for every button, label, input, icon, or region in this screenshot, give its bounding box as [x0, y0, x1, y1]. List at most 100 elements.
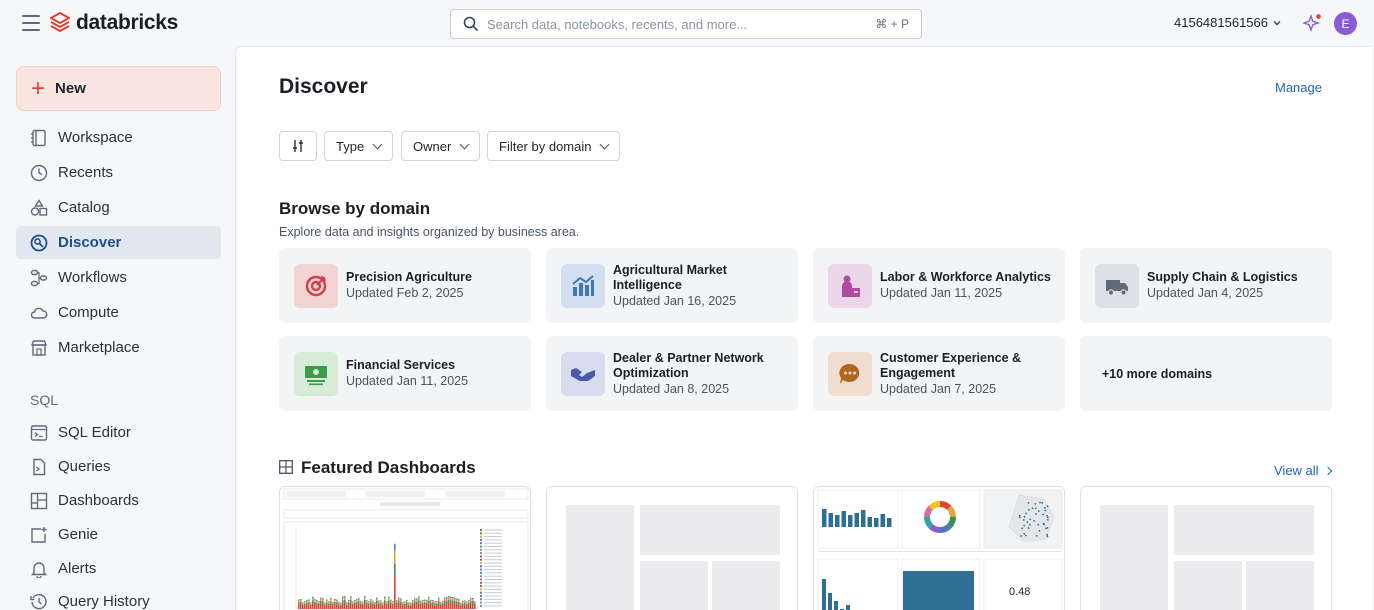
sidebar-item-label: SQL Editor	[58, 424, 131, 441]
chart-bar-segment	[442, 603, 444, 606]
chart-bar-segment	[312, 596, 314, 599]
chart-bar	[880, 514, 885, 527]
search-shortcut: ⌘ + P	[875, 17, 909, 31]
map-point	[1029, 518, 1032, 521]
domain-card-precision-agriculture[interactable]: Precision Agriculture Updated Feb 2, 202…	[279, 248, 531, 323]
domain-updated: Updated Jan 4, 2025	[1147, 286, 1264, 300]
map-point	[1035, 534, 1038, 537]
domain-card-supply-chain-logistics[interactable]: Supply Chain & Logistics Updated Jan 4, …	[1080, 248, 1332, 323]
map-point	[1035, 512, 1037, 515]
chart-bar-segment	[360, 603, 362, 606]
assistant-sparkle-icon[interactable]	[1302, 13, 1322, 33]
type-filter-dropdown[interactable]: Type	[324, 131, 394, 161]
chart-bar-segment	[408, 602, 410, 604]
domain-updated: Updated Jan 11, 2025	[346, 374, 469, 388]
chart-bar-segment	[370, 602, 372, 605]
chart-bar-segment	[472, 597, 474, 599]
legend-swatch	[480, 552, 482, 555]
map-point	[1023, 515, 1026, 518]
chart-bar-segment	[456, 598, 458, 600]
view-all-link[interactable]: View all	[1274, 463, 1332, 478]
chart-bar-segment	[372, 604, 374, 609]
sidebar-item-genie[interactable]: Genie	[16, 518, 221, 551]
legend-swatch	[480, 598, 482, 601]
chart-bar-segment	[308, 599, 310, 601]
chart-bar	[841, 511, 846, 527]
sidebar-item-workspace[interactable]: Workspace	[16, 121, 221, 154]
new-button[interactable]: + New	[16, 66, 221, 111]
sidebar-item-compute[interactable]: Compute	[16, 296, 221, 329]
chart-bar-segment	[358, 603, 360, 609]
domain-card-customer-experience[interactable]: Customer Experience & Engagement Updated…	[813, 336, 1065, 411]
chart-bar-segment	[416, 603, 418, 609]
chart-bar-segment	[342, 597, 344, 601]
chart-bar	[874, 518, 879, 527]
account-switcher[interactable]: 4156481561566	[1174, 15, 1282, 30]
owner-filter-dropdown[interactable]: Owner	[401, 131, 481, 161]
sidebar-item-query-history[interactable]: Query History	[16, 585, 221, 610]
map-point	[1046, 527, 1049, 529]
chart-bar-segment	[384, 602, 386, 609]
chart-bar-segment	[412, 601, 414, 603]
chart-bar-segment	[414, 603, 416, 609]
dashboard-card[interactable]	[1080, 486, 1332, 610]
legend-label-line	[484, 539, 502, 541]
more-domains-label: +10 more domains	[1102, 366, 1213, 381]
chevron-down-icon	[1273, 20, 1281, 25]
legend-swatch	[480, 529, 482, 531]
chart-bar-segment	[372, 601, 374, 604]
sidebar-item-discover[interactable]: Discover	[16, 226, 221, 259]
sidebar-item-sql-editor[interactable]: SQL Editor	[16, 416, 221, 449]
chart-bar-segment	[322, 603, 324, 609]
databricks-logo[interactable]: databricks	[50, 11, 178, 35]
domain-card-agricultural-market-intelligence[interactable]: Agricultural Market Intelligence Updated…	[546, 248, 798, 323]
sidebar-item-workflows[interactable]: Workflows	[16, 261, 221, 294]
sidebar-item-alerts[interactable]: Alerts	[16, 552, 221, 585]
map-point	[1037, 510, 1040, 513]
dashboard-card[interactable]: 0.48	[813, 486, 1065, 610]
chart-bar-segment	[472, 601, 474, 604]
dashboard-card[interactable]	[279, 486, 531, 610]
sidebar-item-queries[interactable]: Queries	[16, 450, 221, 483]
legend-label-line	[484, 549, 502, 551]
chart-bar-segment	[406, 599, 408, 601]
sidebar-item-marketplace[interactable]: Marketplace	[16, 331, 221, 364]
chart-bar-segment	[400, 601, 402, 604]
chart-bar-segment	[324, 605, 326, 609]
search-input[interactable]: Search data, notebooks, recents, and mor…	[450, 9, 922, 39]
chart-bar-segment	[382, 603, 384, 605]
domain-card-labor-workforce-analytics[interactable]: Labor & Workforce Analytics Updated Jan …	[813, 248, 1065, 323]
chart-bar-segment	[326, 604, 328, 609]
chart-bar	[861, 510, 866, 527]
more-domains-card[interactable]: +10 more domains	[1080, 336, 1332, 411]
chart-bar-segment	[382, 604, 384, 606]
sidebar-item-dashboards[interactable]: Dashboards	[16, 484, 221, 517]
chart-bar-segment	[414, 601, 416, 604]
chart-bar-segment	[328, 603, 330, 606]
filter-settings-button[interactable]	[279, 131, 317, 161]
sidebar-item-recents[interactable]: Recents	[16, 156, 221, 189]
chart-bar-segment	[460, 603, 462, 605]
chart-bar-segment	[338, 601, 340, 603]
manage-link[interactable]: Manage	[1275, 80, 1322, 95]
chart-bar-segment	[462, 601, 464, 604]
avatar[interactable]: E	[1334, 12, 1357, 35]
map-point	[1046, 535, 1049, 538]
chart-bar-segment	[422, 599, 424, 601]
chart-bar-segment	[452, 598, 454, 601]
chart-bar-segment	[440, 605, 442, 609]
domain-card-dealer-partner-network[interactable]: Dealer & Partner Network Optimization Up…	[546, 336, 798, 411]
chart-bar-segment	[468, 600, 470, 602]
domain-card-financial-services[interactable]: Financial Services Updated Jan 11, 2025	[279, 336, 531, 411]
map-point	[1021, 527, 1024, 530]
menu-icon[interactable]	[22, 15, 40, 31]
chart-bar-segment	[348, 602, 350, 605]
chart-bar-segment	[454, 598, 456, 602]
chart-bar-segment	[392, 602, 394, 604]
legend-swatch	[480, 548, 482, 551]
domain-filter-dropdown[interactable]: Filter by domain	[487, 131, 621, 161]
chart-bar-segment	[408, 605, 410, 609]
dashboard-card[interactable]	[546, 486, 798, 610]
sidebar-item-catalog[interactable]: Catalog	[16, 191, 221, 224]
chart-bar-segment	[320, 600, 322, 604]
